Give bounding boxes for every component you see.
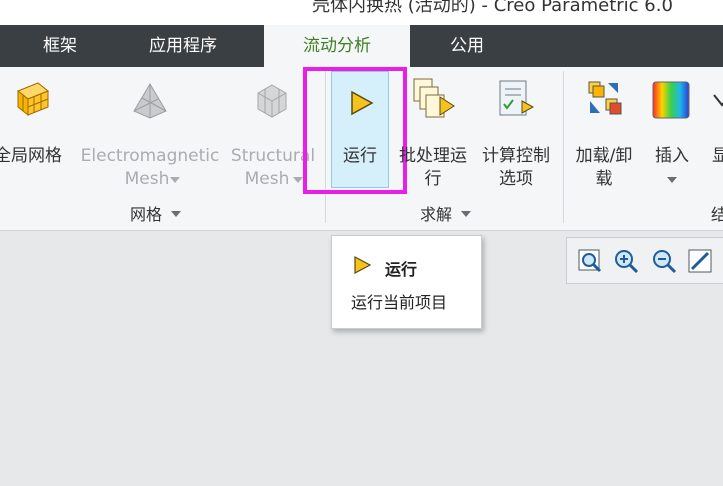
tab-framework[interactable]: 框架: [43, 25, 77, 67]
title-bar: 壳体内换热 (活动的) - Creo Parametric 6.0: [0, 0, 723, 25]
refit-icon[interactable]: [577, 248, 603, 274]
insert-label: 插入: [655, 146, 689, 166]
tab-applications[interactable]: 应用程序: [149, 25, 217, 67]
tooltip-title: 运行: [385, 260, 418, 279]
load-unload-label: 加载/卸: [575, 146, 633, 166]
tab-utilities[interactable]: 公用: [450, 25, 484, 67]
electromagnetic-mesh-icon: [133, 83, 167, 119]
ribbon-tab-bar: 框架 应用程序 流动分析 公用: [0, 25, 723, 67]
chevron-down-icon: [293, 177, 303, 183]
tooltip-description: 运行当前项目: [351, 293, 448, 312]
batch-run-icon: [413, 78, 455, 118]
batch-run-label-line2: 行: [424, 169, 442, 189]
ribbon-panel: 全局网格 Electromagnetic Mesh Structural Mes…: [0, 67, 723, 231]
load-unload-icon: [588, 81, 622, 115]
mesh-group-title: 网格: [130, 205, 163, 224]
insert-button[interactable]: 插入: [644, 75, 700, 185]
global-mesh-button[interactable]: 全局网格: [0, 75, 70, 185]
run-button-annotation-highlight: [303, 67, 407, 194]
chevron-down-icon: [171, 211, 182, 217]
load-unload-label-line2: 载: [595, 169, 613, 189]
calc-control-icon: [499, 80, 535, 116]
group-separator: [563, 71, 564, 223]
load-unload-button[interactable]: 加载/卸 载: [568, 75, 640, 189]
electromagnetic-mesh-label-line2: Mesh: [124, 169, 170, 189]
display-button[interactable]: 显: [706, 75, 723, 185]
electromagnetic-mesh-label: Electromagnetic: [80, 146, 220, 166]
repaint-icon[interactable]: [687, 248, 713, 274]
display-label: 显: [712, 146, 723, 166]
run-icon: [354, 256, 372, 274]
tab-flow-analysis[interactable]: 流动分析: [264, 25, 410, 67]
results-group-label[interactable]: 结: [711, 201, 723, 225]
zoom-in-icon[interactable]: [613, 248, 639, 274]
run-tooltip: 运行 运行当前项目: [331, 235, 482, 329]
chevron-down-icon: [667, 177, 677, 183]
display-icon: [713, 94, 723, 107]
batch-run-label: 批处理运: [399, 146, 467, 166]
zoom-out-icon[interactable]: [651, 248, 677, 274]
solve-group-title: 求解: [420, 205, 453, 224]
chevron-down-icon: [170, 177, 180, 183]
view-toolbar: [566, 237, 723, 284]
global-mesh-icon: [17, 82, 49, 117]
insert-colormap-icon: [652, 81, 690, 119]
solve-group-label[interactable]: 求解: [420, 201, 472, 225]
calc-control-label-line2: 选项: [499, 169, 533, 189]
global-mesh-label: 全局网格: [0, 146, 62, 166]
batch-run-button[interactable]: 批处理运 行: [396, 75, 470, 189]
structural-mesh-icon: [257, 84, 287, 118]
mesh-group-label[interactable]: 网格: [130, 201, 182, 225]
calc-control-label: 计算控制: [482, 146, 550, 166]
chevron-down-icon: [461, 211, 472, 217]
electromagnetic-mesh-button[interactable]: Electromagnetic Mesh: [80, 75, 220, 189]
calc-control-options-button[interactable]: 计算控制 选项: [478, 75, 554, 189]
window-title: 壳体内换热 (活动的) - Creo Parametric 6.0: [312, 0, 673, 16]
